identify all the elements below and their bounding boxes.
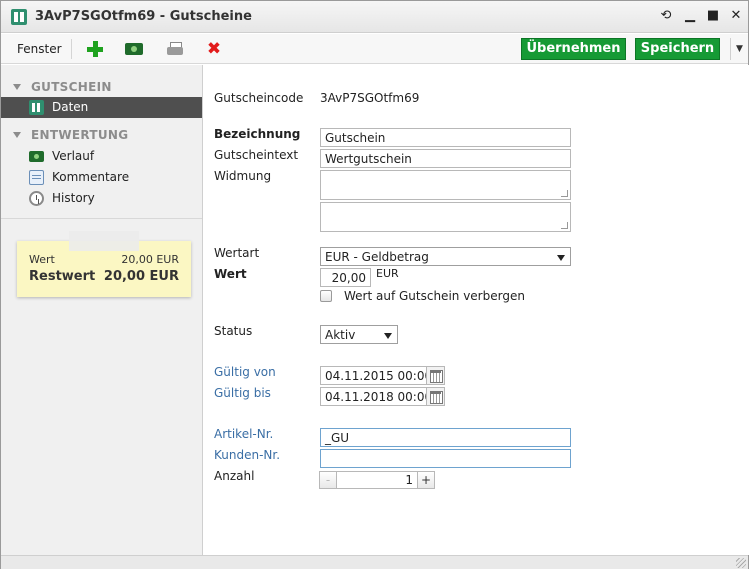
status-label: Status [214, 324, 253, 338]
sidebar-item-verlauf[interactable]: Verlauf [1, 146, 202, 167]
gueltig-von-label: Gültig von [214, 365, 276, 379]
gutscheintext-input[interactable]: Wertgutschein [320, 149, 571, 168]
section-label: GUTSCHEIN [31, 80, 112, 94]
wert-unit: EUR [376, 267, 399, 280]
gutscheintext-label: Gutscheintext [214, 148, 299, 162]
gueltig-bis-label: Gültig bis [214, 386, 271, 400]
history-icon [29, 191, 44, 206]
chevron-down-icon [557, 255, 565, 261]
section-header-gutschein[interactable]: GUTSCHEIN [13, 80, 112, 94]
decrement-button[interactable]: - [319, 471, 337, 489]
toolbar: Fenster ✖ Übernehmen Speichern ▼ [1, 34, 748, 64]
collapse-triangle-icon [13, 132, 21, 138]
wertart-label: Wertart [214, 246, 260, 260]
sidebar-item-label: History [52, 191, 95, 205]
money-icon [29, 151, 44, 162]
sidebar-item-daten[interactable]: Daten [1, 97, 202, 118]
bezeichnung-input[interactable]: Gutschein [320, 128, 571, 147]
note-restwert-value: 20,00 EUR [103, 269, 179, 284]
comment-icon [29, 170, 44, 185]
collapse-triangle-icon [13, 84, 21, 90]
title-bar: 3AvP7SGOtfm69 - Gutscheine ⟲ ▁ ■ ✕ [1, 1, 748, 33]
plus-icon[interactable] [86, 40, 104, 58]
verbergen-checkbox[interactable] [320, 290, 332, 302]
gutscheincode-value: 3AvP7SGOtfm69 [320, 91, 420, 105]
apply-button[interactable]: Übernehmen [521, 38, 626, 60]
chevron-down-icon[interactable]: ▼ [730, 38, 748, 60]
verbergen-label: Wert auf Gutschein verbergen [344, 289, 525, 303]
widmung-textarea-2[interactable] [320, 202, 571, 232]
sidebar-item-kommentare[interactable]: Kommentare [1, 167, 202, 188]
note-wert-value: 20,00 EUR [121, 253, 179, 266]
wert-input[interactable]: 20,00 [320, 268, 371, 287]
delete-icon[interactable]: ✖ [205, 40, 223, 58]
window-title: 3AvP7SGOtfm69 - Gutscheine [35, 9, 252, 24]
bezeichnung-label: Bezeichnung [214, 127, 301, 141]
anzahl-input[interactable]: 1 [336, 471, 418, 489]
value-sticky-note: Wert 20,00 EUR Restwert 20,00 EUR [17, 231, 191, 297]
note-tape [69, 231, 139, 251]
sidebar-item-label: Daten [52, 100, 89, 114]
sidebar-divider [1, 218, 202, 219]
calendar-icon[interactable] [427, 387, 445, 406]
artikel-label: Artikel-Nr. [214, 427, 274, 441]
voucher-form: Gutscheincode 3AvP7SGOtfm69 Bezeichnung … [204, 65, 749, 555]
artikel-input[interactable]: _GU [320, 428, 571, 447]
kunden-input[interactable] [320, 449, 571, 468]
gueltig-von-input[interactable]: 04.11.2015 00:00: [320, 366, 427, 385]
status-bar [1, 555, 748, 569]
resize-grip-icon[interactable] [736, 558, 746, 568]
fenster-menu[interactable]: Fenster [17, 42, 62, 56]
voucher-app-icon [11, 9, 27, 25]
sidebar-item-label: Kommentare [52, 170, 130, 184]
chevron-down-icon [384, 333, 392, 339]
save-button[interactable]: Speichern [635, 38, 720, 60]
section-label: ENTWERTUNG [31, 128, 129, 142]
status-select[interactable]: Aktiv [320, 325, 398, 344]
section-header-entwertung[interactable]: ENTWERTUNG [13, 128, 128, 142]
sidebar-item-history[interactable]: History [1, 188, 202, 209]
voucher-window: 3AvP7SGOtfm69 - Gutscheine ⟲ ▁ ■ ✕ Fenst… [0, 0, 749, 569]
widmung-label: Widmung [214, 169, 272, 183]
wertart-select[interactable]: EUR - Geldbetrag [320, 247, 571, 266]
status-selected: Aktiv [325, 328, 356, 342]
calendar-icon[interactable] [427, 366, 445, 385]
widmung-textarea-1[interactable] [320, 170, 571, 200]
note-wert-label: Wert [29, 253, 55, 266]
gueltig-bis-input[interactable]: 04.11.2018 00:00: [320, 387, 427, 406]
restore-icon[interactable]: ⟲ [657, 7, 675, 25]
minimize-icon[interactable]: ▁ [681, 7, 699, 25]
note-restwert-label: Restwert [29, 269, 96, 284]
wertart-selected: EUR - Geldbetrag [325, 250, 429, 264]
wert-label: Wert [214, 267, 247, 281]
toolbar-separator [71, 39, 72, 59]
kunden-label: Kunden-Nr. [214, 448, 281, 462]
gutscheincode-label: Gutscheincode [214, 91, 304, 105]
print-icon[interactable] [167, 42, 183, 56]
maximize-icon[interactable]: ■ [704, 7, 722, 25]
voucher-icon [29, 100, 44, 115]
sidebar: GUTSCHEIN Daten ENTWERTUNG Verlauf Komme… [1, 65, 203, 555]
sidebar-item-label: Verlauf [52, 149, 95, 163]
money-icon[interactable] [125, 43, 143, 55]
increment-button[interactable]: + [417, 471, 435, 489]
close-icon[interactable]: ✕ [727, 7, 745, 25]
anzahl-label: Anzahl [214, 469, 255, 483]
